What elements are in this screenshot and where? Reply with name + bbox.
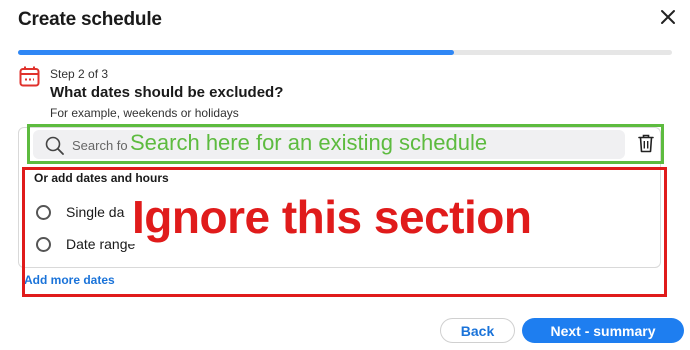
search-annotation: Search here for an existing schedule <box>130 130 488 155</box>
progress-bar <box>18 50 672 55</box>
calendar-icon <box>19 66 40 87</box>
next-button[interactable]: Next - summary <box>522 318 684 343</box>
close-icon[interactable] <box>658 7 678 27</box>
step-indicator: Step 2 of 3 <box>50 67 109 81</box>
dialog-title: Create schedule <box>18 9 162 30</box>
back-button[interactable]: Back <box>440 318 515 343</box>
step-hint: For example, weekends or holidays <box>50 106 239 120</box>
progress-bar-fill <box>18 50 455 55</box>
step-question: What dates should be excluded? <box>50 84 284 101</box>
ignore-annotation: Ignore this section <box>128 190 536 244</box>
